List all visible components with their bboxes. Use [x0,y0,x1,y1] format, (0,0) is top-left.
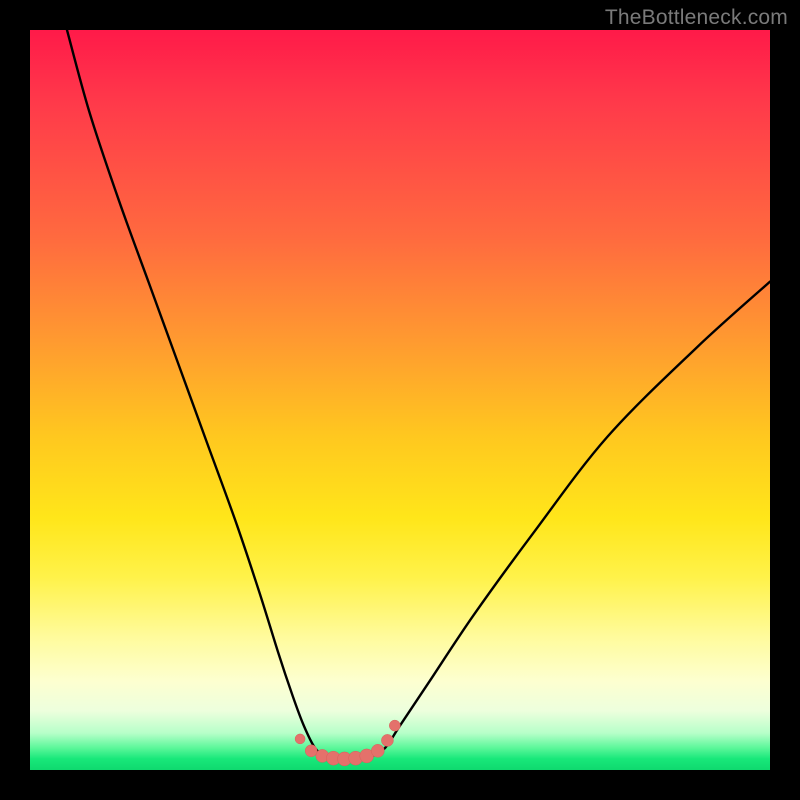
bottleneck-curve-svg [30,30,770,770]
chart-frame: TheBottleneck.com [0,0,800,800]
watermark-text: TheBottleneck.com [605,6,788,30]
trough-marker [371,744,384,757]
trough-marker [389,720,400,731]
trough-marker [305,745,317,757]
trough-marker [295,734,305,744]
trough-marker [381,734,393,746]
plot-area [30,30,770,770]
bottleneck-curve-path [67,30,770,759]
